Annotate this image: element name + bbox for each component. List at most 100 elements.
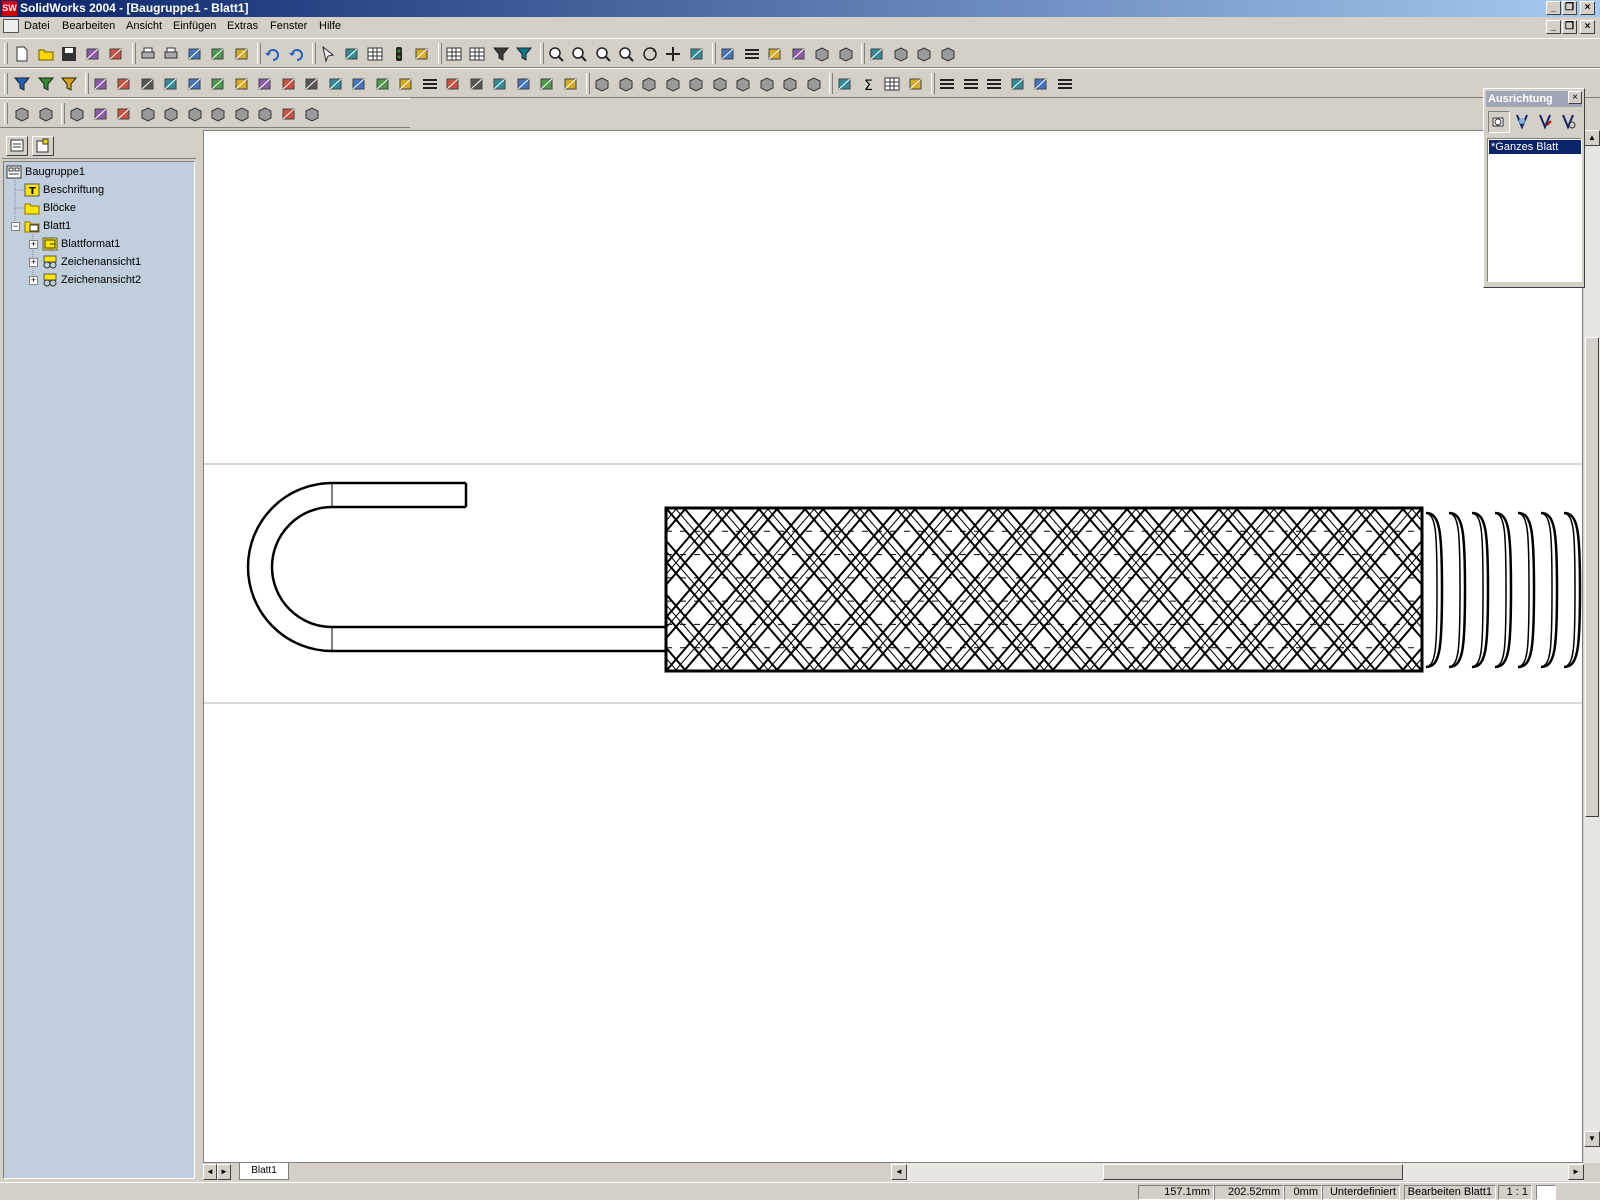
zoom-fit-button[interactable] — [547, 45, 565, 63]
orientation-view-list[interactable]: *Ganzes Blatt — [1487, 138, 1582, 282]
doc-close-button[interactable]: × — [1580, 20, 1595, 34]
scroll-up-button[interactable]: ▲ — [1584, 130, 1600, 146]
menu-ansicht[interactable]: Ansicht — [126, 20, 162, 32]
section-view-button[interactable] — [892, 45, 910, 63]
doc-restore-button[interactable]: ❐ — [1562, 20, 1577, 34]
menu-datei[interactable]: Datei — [24, 20, 50, 32]
measure-button[interactable] — [836, 75, 854, 93]
tree-item-blattformat1[interactable]: Blattformat1 — [42, 236, 120, 253]
dim-button[interactable] — [92, 75, 110, 93]
solidworks-icon[interactable]: SW — [2, 1, 17, 16]
auto-balloon-button[interactable] — [209, 75, 227, 93]
zoom-area-button[interactable] — [570, 45, 588, 63]
line-color-button[interactable] — [985, 75, 1003, 93]
filter-faces-button[interactable] — [60, 75, 78, 93]
relative-view-button[interactable] — [256, 105, 274, 123]
minimize-button[interactable]: _ — [1546, 1, 1561, 15]
menu-extras[interactable]: Extras — [227, 20, 258, 32]
hidden-removed-button[interactable] — [766, 45, 784, 63]
orientation-update-button[interactable] — [1512, 111, 1534, 133]
crop-view-button[interactable] — [186, 105, 204, 123]
vertical-scrollbar[interactable]: ▲ ▼ — [1584, 130, 1600, 1163]
zoom-selection-button[interactable] — [617, 45, 635, 63]
sum-button[interactable]: Σ — [860, 75, 878, 94]
paste-button[interactable] — [233, 45, 251, 63]
make-drawing-button[interactable] — [84, 45, 102, 63]
scroll-down-button[interactable]: ▼ — [1584, 1131, 1600, 1147]
tree-item-zeichenansicht2[interactable]: Zeichenansicht2 — [42, 272, 141, 289]
rotate-button[interactable] — [641, 45, 659, 63]
view-icon3-button[interactable] — [640, 75, 658, 93]
layer-button[interactable] — [907, 75, 925, 93]
projected-view-button[interactable] — [37, 105, 55, 123]
tree-item-zeichenansicht1[interactable]: Zeichenansicht1 — [42, 254, 141, 271]
menu-hilfe[interactable]: Hilfe — [319, 20, 341, 32]
collapse-blatt1-toggle[interactable]: − — [11, 222, 20, 231]
wireframe-button[interactable] — [719, 45, 737, 63]
new-button[interactable] — [13, 45, 31, 63]
select-filter-button[interactable] — [492, 45, 510, 63]
close-button[interactable]: × — [1580, 1, 1595, 15]
doc-minimize-button[interactable]: _ — [1546, 20, 1561, 34]
predefined-view-button[interactable] — [209, 105, 227, 123]
pan-button[interactable] — [664, 45, 682, 63]
orientation-item-whole-sheet[interactable]: *Ganzes Blatt — [1489, 140, 1581, 154]
centerline-button[interactable] — [421, 75, 439, 93]
cosmetic-thread-button[interactable] — [374, 75, 392, 93]
surface-finish-button[interactable] — [256, 75, 274, 93]
tree-item-beschriftung[interactable]: T Beschriftung — [24, 182, 104, 199]
aligned-section-button[interactable] — [115, 105, 133, 123]
grid-button[interactable] — [366, 45, 384, 63]
area-hatch-button[interactable] — [491, 75, 509, 93]
menu-fenster[interactable]: Fenster — [270, 20, 307, 32]
horizontal-scroll-thumb[interactable] — [1103, 1164, 1403, 1180]
sheet-tab-blatt1[interactable]: Blatt1 — [239, 1163, 289, 1180]
sheet-next-button[interactable]: ► — [217, 1164, 231, 1180]
shadows-button[interactable] — [915, 45, 933, 63]
orientation-close-button[interactable]: × — [1568, 91, 1582, 104]
open-button[interactable] — [37, 45, 55, 63]
restore-button[interactable]: ❐ — [1562, 1, 1577, 15]
detail-view-button[interactable] — [139, 105, 157, 123]
expand-blattformat1-toggle[interactable]: + — [29, 240, 38, 249]
view-icon1-button[interactable] — [593, 75, 611, 93]
dim3-button[interactable] — [139, 75, 157, 93]
scroll-left-button[interactable]: ◄ — [891, 1164, 907, 1180]
view-icon9-button[interactable] — [781, 75, 799, 93]
tree-item-bloecke[interactable]: Blöcke — [24, 200, 76, 217]
print-button[interactable] — [139, 45, 157, 63]
balloon-button[interactable] — [186, 75, 204, 93]
orientation-new-view-button[interactable] — [1488, 111, 1510, 133]
weld-bead-button[interactable] — [538, 75, 556, 93]
sheet-first-button[interactable]: ◄ — [203, 1164, 217, 1180]
view-icon2-button[interactable] — [617, 75, 635, 93]
hidden-lines-button[interactable] — [743, 45, 761, 63]
center-mark-button[interactable] — [397, 75, 415, 93]
table-icon3-button[interactable] — [883, 75, 901, 93]
view-icon7-button[interactable] — [734, 75, 752, 93]
hole-callout-button[interactable] — [350, 75, 368, 93]
menu-bearbeiten[interactable]: Bearbeiten — [62, 20, 115, 32]
select-filter2-button[interactable] — [515, 45, 533, 63]
bom-button[interactable] — [562, 75, 580, 93]
filter-button[interactable] — [13, 75, 31, 93]
drawing-canvas[interactable] — [203, 130, 1583, 1163]
menu-einfuegen[interactable]: Einfügen — [173, 20, 216, 32]
print-preview-button[interactable] — [162, 45, 180, 63]
cut-button[interactable] — [186, 45, 204, 63]
note-button[interactable] — [162, 75, 180, 93]
line-thickness-button[interactable] — [962, 75, 980, 93]
zoom-inout-button[interactable] — [594, 45, 612, 63]
shaded-button[interactable] — [837, 45, 855, 63]
broken-view-button[interactable] — [162, 105, 180, 123]
save-button[interactable] — [60, 45, 78, 63]
orientation-link-button[interactable] — [1558, 111, 1580, 133]
traffic-light-button[interactable] — [390, 45, 408, 63]
expand-zeichenansicht1-toggle[interactable]: + — [29, 258, 38, 267]
toolbar-grip[interactable] — [4, 103, 8, 124]
draft-button[interactable] — [790, 45, 808, 63]
sketch-button[interactable] — [343, 45, 361, 63]
perspective-button[interactable] — [868, 45, 886, 63]
line-style-button[interactable] — [938, 75, 956, 93]
vertical-scroll-thumb[interactable] — [1585, 337, 1599, 817]
